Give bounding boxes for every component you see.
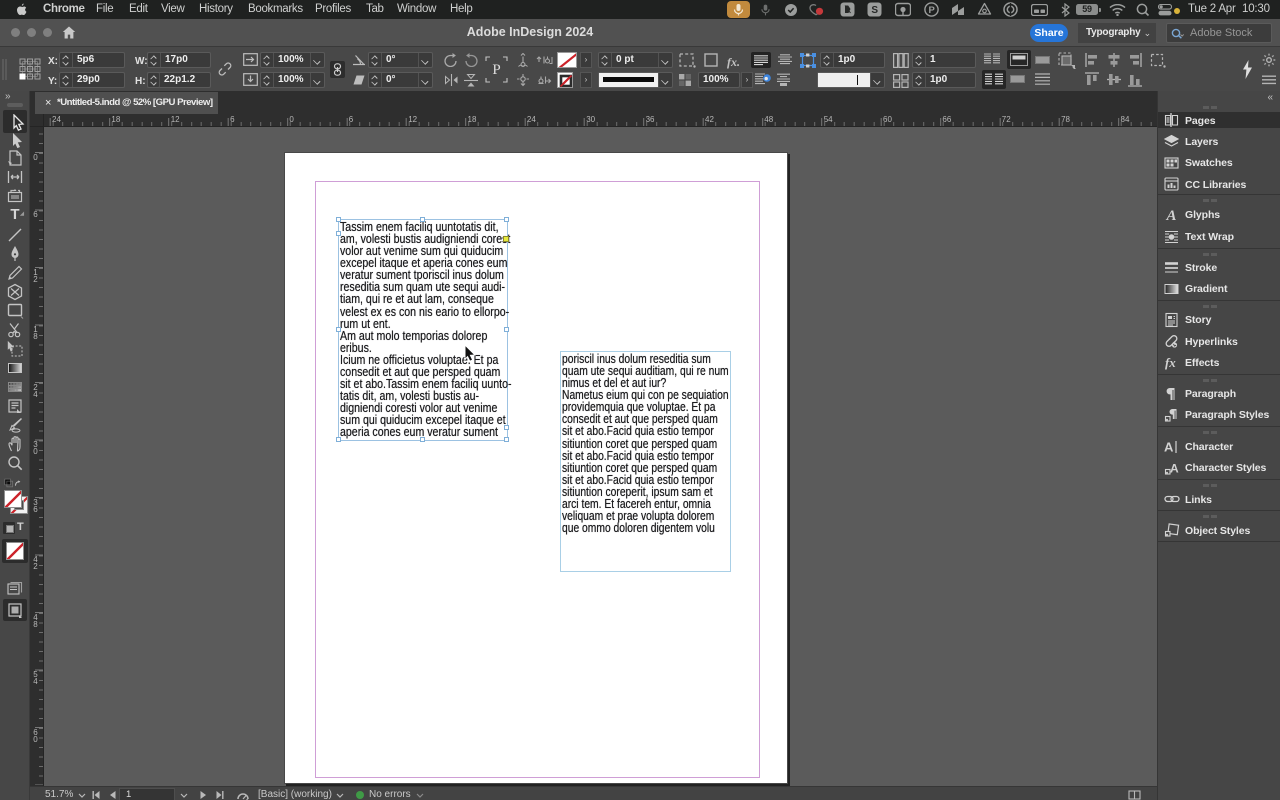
svg-text:A: A <box>1166 208 1177 223</box>
svg-text:P: P <box>928 5 935 16</box>
svg-text:S: S <box>871 5 878 16</box>
svg-text:P: P <box>492 62 500 78</box>
svg-text:A: A <box>1164 439 1174 454</box>
svg-text:A: A <box>1170 461 1179 475</box>
svg-text:fx: fx <box>1165 355 1176 370</box>
